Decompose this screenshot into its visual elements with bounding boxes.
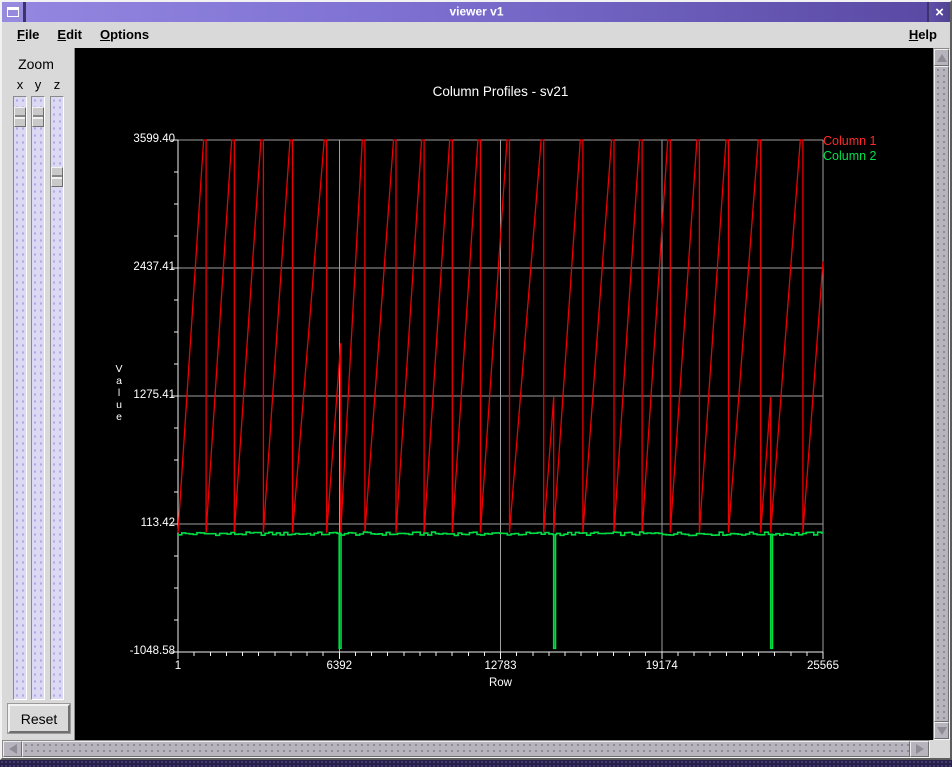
zoom-slider-x[interactable]: [13, 96, 27, 700]
content-area: Zoom x y z Reset 1 6392 12783 19174 25565 359…: [2, 48, 950, 740]
horizontal-scrollbar[interactable]: [2, 740, 930, 758]
x-axis-label: Row: [488, 677, 512, 689]
zoom-slider-z[interactable]: [50, 96, 64, 700]
zoom-slider-y[interactable]: [31, 96, 45, 700]
scroll-left-button[interactable]: [3, 741, 22, 757]
scrollbar-corner: [930, 740, 950, 758]
close-icon: ×: [935, 3, 944, 21]
chart-svg: [171, 139, 824, 659]
zoom-panel: Zoom x y z Reset: [2, 48, 75, 740]
zoom-slider-z-thumb[interactable]: [51, 167, 63, 187]
plot-canvas[interactable]: 1 6392 12783 19174 25565 3599.40 2437.41 1275.4…: [75, 48, 933, 740]
reset-button[interactable]: Reset: [7, 703, 71, 734]
arrow-left-icon: [8, 744, 17, 754]
screen: viewer v1 × File Edit Options Help Zoom x y…: [0, 0, 952, 767]
titlebar: viewer v1 ×: [2, 2, 950, 22]
arrow-down-icon: [936, 726, 947, 735]
legend-label: Column 1: [823, 134, 877, 148]
legend-label: Column 2: [823, 149, 877, 163]
y-tick-label: 2437.41: [133, 260, 175, 273]
window-menu-button[interactable]: [2, 2, 26, 22]
scroll-up-button[interactable]: [934, 49, 949, 66]
slider-label-z: z: [53, 77, 61, 92]
menu-item-file[interactable]: File: [8, 24, 48, 46]
viewer-window: viewer v1 × File Edit Options Help Zoom x y…: [0, 0, 952, 760]
menubar: File Edit Options Help: [2, 22, 950, 48]
desktop-background: [0, 760, 952, 767]
zoom-slider-x-thumb[interactable]: [14, 107, 26, 127]
y-tick-label: 3599.40: [133, 133, 175, 145]
slider-label-x: x: [16, 77, 24, 92]
arrow-right-icon: [915, 744, 924, 754]
menu-item-options[interactable]: Options: [91, 24, 158, 46]
bottom-bar: [2, 740, 950, 758]
vertical-scroll-thumb[interactable]: [934, 66, 949, 722]
x-tick-label: 25565: [807, 660, 839, 672]
y-tick-label: 113.42: [140, 516, 175, 529]
slider-label-y: y: [34, 77, 42, 92]
menu-item-help[interactable]: Help: [900, 24, 946, 46]
x-tick-label: 19174: [645, 660, 678, 672]
legend: Column 1 Column 2: [823, 134, 877, 164]
menu-item-edit[interactable]: Edit: [48, 24, 91, 46]
x-tick-label: 6392: [326, 660, 353, 672]
scroll-down-button[interactable]: [934, 722, 949, 739]
x-tick-label: 1: [174, 660, 182, 672]
scroll-right-button[interactable]: [910, 741, 929, 757]
window-glyph-icon: [6, 7, 19, 17]
y-tick-label: -1048.58: [129, 645, 175, 657]
arrow-up-icon: [936, 53, 947, 62]
zoom-slider-y-thumb[interactable]: [32, 107, 44, 127]
y-axis-label: Value: [115, 363, 123, 423]
x-tick-label: 12783: [484, 660, 517, 672]
chart-title: Column Profiles - sv21: [432, 84, 569, 99]
vertical-scrollbar[interactable]: [933, 48, 950, 740]
close-button[interactable]: ×: [927, 2, 950, 22]
horizontal-scroll-thumb[interactable]: [22, 741, 910, 757]
zoom-panel-title: Zoom: [18, 56, 54, 72]
titlebar-drag-area[interactable]: viewer v1: [26, 2, 927, 22]
window-title: viewer v1: [449, 4, 504, 19]
